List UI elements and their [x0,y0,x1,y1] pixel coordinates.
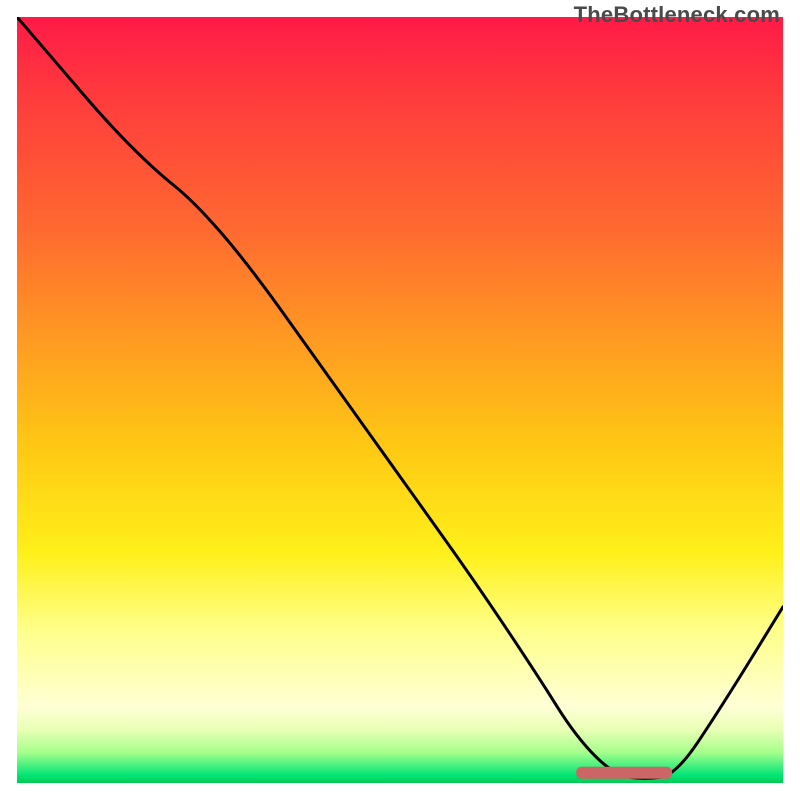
gradient-background [17,17,783,783]
attribution-text: TheBottleneck.com [574,2,780,28]
chart-stage: TheBottleneck.com [0,0,800,800]
